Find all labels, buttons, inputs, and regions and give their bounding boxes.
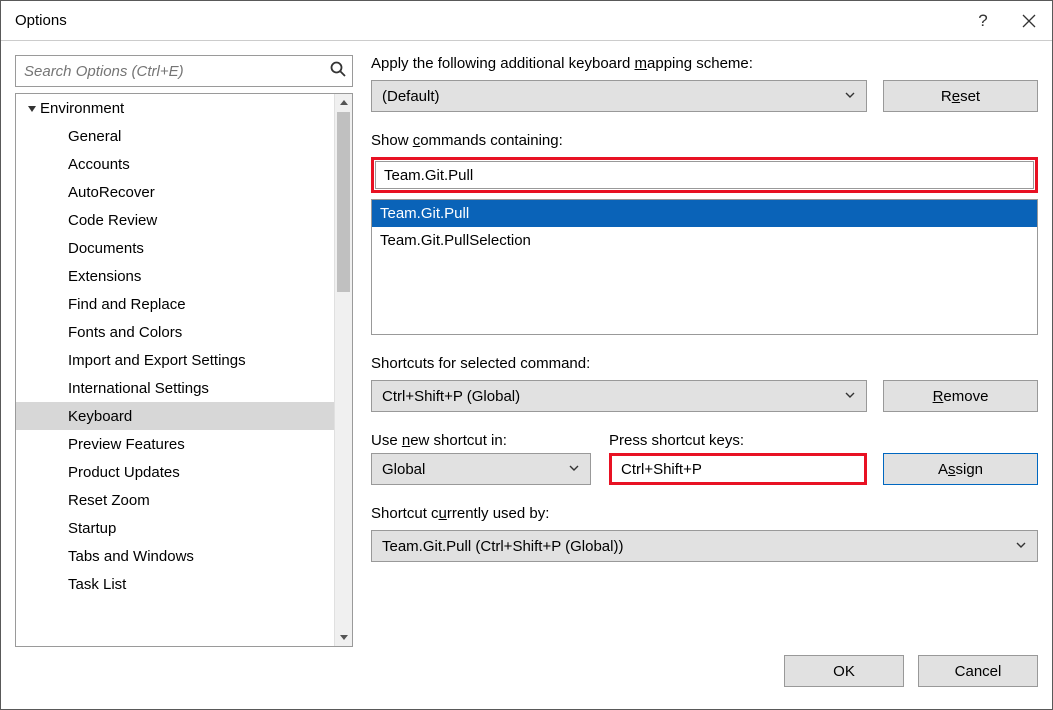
search-icon xyxy=(329,60,347,82)
tree-label: Find and Replace xyxy=(68,296,186,313)
tree-label: Product Updates xyxy=(68,464,180,481)
tree-label: Keyboard xyxy=(68,408,132,425)
ok-label: OK xyxy=(833,663,855,680)
chevron-down-icon xyxy=(1015,538,1027,555)
tree-item-task-list[interactable]: Task List xyxy=(16,570,334,598)
dialog-title: Options xyxy=(15,12,960,29)
filter-highlight xyxy=(371,157,1038,193)
dialog-body: Environment General Accounts AutoRecover… xyxy=(1,41,1052,647)
tree-label: Preview Features xyxy=(68,436,185,453)
tree-item-reset-zoom[interactable]: Reset Zoom xyxy=(16,486,334,514)
shortcuts-label: Shortcuts for selected command: xyxy=(371,355,1038,372)
scroll-down-icon[interactable] xyxy=(335,628,352,646)
tree-item-import-export[interactable]: Import and Export Settings xyxy=(16,346,334,374)
tree-item-general[interactable]: General xyxy=(16,122,334,150)
command-label: Team.Git.PullSelection xyxy=(380,232,531,249)
tree-label: Reset Zoom xyxy=(68,492,150,509)
tree-item-startup[interactable]: Startup xyxy=(16,514,334,542)
current-shortcut-value: Ctrl+Shift+P (Global) xyxy=(382,388,844,405)
show-commands-label: Show commands containing: xyxy=(371,132,1038,149)
press-keys-input[interactable] xyxy=(613,457,863,481)
tree-label: Fonts and Colors xyxy=(68,324,182,341)
press-keys-highlight xyxy=(609,453,867,485)
tree-item-extensions[interactable]: Extensions xyxy=(16,262,334,290)
command-filter-input[interactable] xyxy=(375,161,1034,189)
cancel-label: Cancel xyxy=(955,663,1002,680)
commands-listbox[interactable]: Team.Git.Pull Team.Git.PullSelection xyxy=(371,199,1038,335)
used-by-value: Team.Git.Pull (Ctrl+Shift+P (Global)) xyxy=(382,538,1015,555)
mapping-scheme-value: (Default) xyxy=(382,88,844,105)
chevron-down-icon xyxy=(568,461,580,478)
tree-item-find-replace[interactable]: Find and Replace xyxy=(16,290,334,318)
remove-button[interactable]: Remove xyxy=(883,380,1038,412)
help-icon: ? xyxy=(978,11,987,31)
chevron-down-icon xyxy=(844,88,856,105)
tree-label: Accounts xyxy=(68,156,130,173)
tree-item-accounts[interactable]: Accounts xyxy=(16,150,334,178)
tree-item-code-review[interactable]: Code Review xyxy=(16,206,334,234)
chevron-down-icon xyxy=(844,388,856,405)
press-keys-label: Press shortcut keys: xyxy=(609,432,867,449)
options-tree[interactable]: Environment General Accounts AutoRecover… xyxy=(16,94,334,646)
use-new-label: Use new shortcut in: xyxy=(371,432,591,449)
dialog-footer: OK Cancel xyxy=(1,647,1052,709)
tree-item-preview-features[interactable]: Preview Features xyxy=(16,430,334,458)
scroll-up-icon[interactable] xyxy=(335,94,352,112)
tree-label: Environment xyxy=(40,100,124,117)
tree-item-tabs-windows[interactable]: Tabs and Windows xyxy=(16,542,334,570)
help-button[interactable]: ? xyxy=(960,1,1006,41)
tree-label: General xyxy=(68,128,121,145)
cancel-button[interactable]: Cancel xyxy=(918,655,1038,687)
tree-label: Code Review xyxy=(68,212,157,229)
use-new-value: Global xyxy=(382,461,568,478)
tree-label: Extensions xyxy=(68,268,141,285)
search-wrap xyxy=(15,55,353,87)
mapping-scheme-dropdown[interactable]: (Default) xyxy=(371,80,867,112)
use-new-dropdown[interactable]: Global xyxy=(371,453,591,485)
tree-item-documents[interactable]: Documents xyxy=(16,234,334,262)
tree-label: Import and Export Settings xyxy=(68,352,246,369)
scroll-thumb[interactable] xyxy=(337,112,350,292)
tree-node-environment[interactable]: Environment xyxy=(16,94,334,122)
reset-button[interactable]: Reset xyxy=(883,80,1038,112)
tree-item-keyboard[interactable]: Keyboard xyxy=(16,402,334,430)
current-shortcut-dropdown[interactable]: Ctrl+Shift+P (Global) xyxy=(371,380,867,412)
tree-item-fonts-colors[interactable]: Fonts and Colors xyxy=(16,318,334,346)
left-pane: Environment General Accounts AutoRecover… xyxy=(15,55,353,647)
used-by-label: Shortcut currently used by: xyxy=(371,505,1038,522)
tree-item-autorecover[interactable]: AutoRecover xyxy=(16,178,334,206)
right-pane: Apply the following additional keyboard … xyxy=(371,55,1038,647)
used-by-dropdown[interactable]: Team.Git.Pull (Ctrl+Shift+P (Global)) xyxy=(371,530,1038,562)
tree-label: Startup xyxy=(68,520,116,537)
command-item-pullselection[interactable]: Team.Git.PullSelection xyxy=(372,227,1037,254)
tree-scrollbar[interactable] xyxy=(334,94,352,646)
close-button[interactable] xyxy=(1006,1,1052,41)
ok-button[interactable]: OK xyxy=(784,655,904,687)
assign-button[interactable]: Assign xyxy=(883,453,1038,485)
command-item-pull[interactable]: Team.Git.Pull xyxy=(372,200,1037,227)
close-icon xyxy=(1022,14,1036,28)
scroll-track[interactable] xyxy=(335,112,352,628)
search-input[interactable] xyxy=(15,55,353,87)
titlebar: Options ? xyxy=(1,1,1052,41)
command-label: Team.Git.Pull xyxy=(380,205,469,222)
options-dialog: Options ? Environ xyxy=(0,0,1053,710)
tree-label: Tabs and Windows xyxy=(68,548,194,565)
tree-label: AutoRecover xyxy=(68,184,155,201)
mapping-scheme-label: Apply the following additional keyboard … xyxy=(371,55,1038,72)
tree-label: Task List xyxy=(68,576,126,593)
tree-label: International Settings xyxy=(68,380,209,397)
collapse-icon xyxy=(24,103,40,113)
tree-wrap: Environment General Accounts AutoRecover… xyxy=(15,93,353,647)
tree-item-product-updates[interactable]: Product Updates xyxy=(16,458,334,486)
tree-item-international[interactable]: International Settings xyxy=(16,374,334,402)
tree-label: Documents xyxy=(68,240,144,257)
